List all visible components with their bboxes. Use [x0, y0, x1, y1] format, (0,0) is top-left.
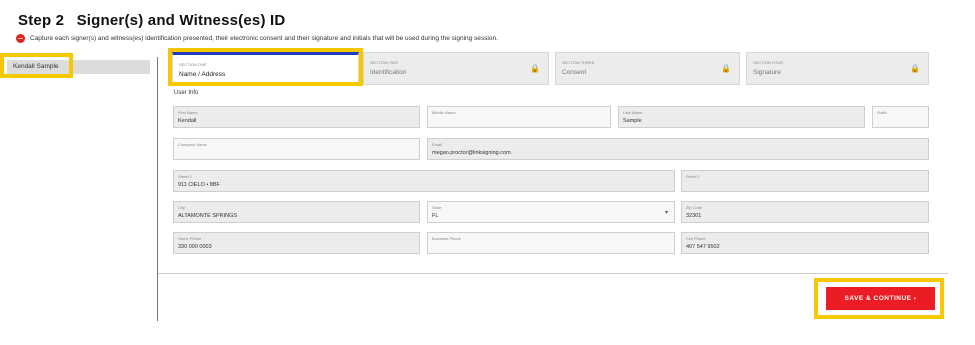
street-2-field[interactable]: Street 2: [681, 170, 929, 192]
page-title: Step 2 Signer(s) and Witness(es) ID: [18, 12, 285, 29]
suffix-field[interactable]: Suffix: [872, 106, 929, 128]
info-line: − Capture each signer(s) and witness(es)…: [16, 34, 498, 43]
zip-code-field[interactable]: Zip Code 32301: [681, 201, 929, 223]
field-label: Home Phone: [178, 236, 202, 241]
field-value: FL: [432, 213, 439, 219]
section-value: Identification: [370, 69, 407, 76]
section-label: SECTION THREE: [562, 60, 595, 65]
field-label: Suffix: [877, 110, 887, 115]
cell-phone-field[interactable]: Cell Phone 407 547 9502: [681, 232, 929, 254]
field-label: City: [178, 205, 185, 210]
section-label: SECTION FOUR: [753, 60, 784, 65]
field-label: First Name: [178, 110, 198, 115]
field-value: Kendall: [178, 118, 197, 124]
field-label: Street 1: [178, 174, 193, 179]
user-info-heading: User Info: [174, 90, 199, 96]
lock-icon: 🔒: [910, 64, 920, 73]
first-name-field[interactable]: First Name Kendall: [173, 106, 420, 128]
field-value: megan.proctor@linksigning.com: [432, 150, 511, 156]
field-value: 407 547 9502: [686, 244, 720, 250]
field-label: Cell Phone: [686, 236, 706, 241]
divider: [158, 273, 948, 274]
state-select[interactable]: State FL ▾: [427, 201, 675, 223]
lock-icon: 🔒: [530, 64, 540, 73]
signer-item-kendall-sample[interactable]: Kendall Sample: [7, 60, 150, 74]
home-phone-field[interactable]: Home Phone 330 000 0003: [173, 232, 420, 254]
field-label: Company Name: [178, 142, 207, 147]
info-text: Capture each signer(s) and witness(es) i…: [30, 35, 498, 42]
company-name-field[interactable]: Company Name: [173, 138, 420, 160]
city-field[interactable]: City ALTAMONTE SPRINGS: [173, 201, 420, 223]
street-1-field[interactable]: Street 1 911 CIELO • 8BF: [173, 170, 675, 192]
middle-name-field[interactable]: Middle Name: [427, 106, 611, 128]
section-tab-signature[interactable]: SECTION FOUR Signature 🔒: [746, 52, 929, 85]
signer-list-panel: [0, 57, 158, 321]
business-phone-field[interactable]: Business Phone: [427, 232, 675, 254]
field-label: Business Phone: [432, 236, 461, 241]
field-label: Zip Code: [686, 205, 703, 210]
section-tab-consent[interactable]: SECTION THREE Consent 🔒: [555, 52, 740, 85]
email-field[interactable]: Email megan.proctor@linksigning.com: [427, 138, 929, 160]
section-tab-name-address[interactable]: SECTION ONE Name / Address: [172, 52, 359, 85]
field-label: Middle Name: [432, 110, 456, 115]
field-value: 911 CIELO • 8BF: [178, 182, 220, 188]
lock-icon: 🔒: [721, 64, 731, 73]
step-number: Step 2: [18, 12, 65, 29]
field-value: 32301: [686, 213, 702, 219]
section-tab-identification[interactable]: SECTION TWO Identification 🔒: [363, 52, 549, 85]
step-title: Signer(s) and Witness(es) ID: [76, 12, 286, 29]
field-label: State: [432, 205, 442, 210]
minus-circle-icon: −: [16, 34, 25, 43]
section-value: Signature: [753, 69, 781, 76]
save-and-continue-button[interactable]: SAVE & CONTINUE ›: [826, 287, 935, 310]
field-value: ALTAMONTE SPRINGS: [178, 213, 238, 219]
last-name-field[interactable]: Last Name Sample: [618, 106, 865, 128]
section-value: Name / Address: [179, 71, 226, 78]
chevron-down-icon[interactable]: ▾: [665, 209, 668, 216]
field-value: Sample: [623, 118, 642, 124]
section-label: SECTION ONE: [179, 62, 207, 67]
field-value: 330 000 0003: [178, 244, 212, 250]
field-label: Street 2: [686, 174, 701, 179]
section-label: SECTION TWO: [370, 60, 399, 65]
field-label: Email: [432, 142, 443, 147]
field-label: Last Name: [623, 110, 643, 115]
section-value: Consent: [562, 69, 587, 76]
